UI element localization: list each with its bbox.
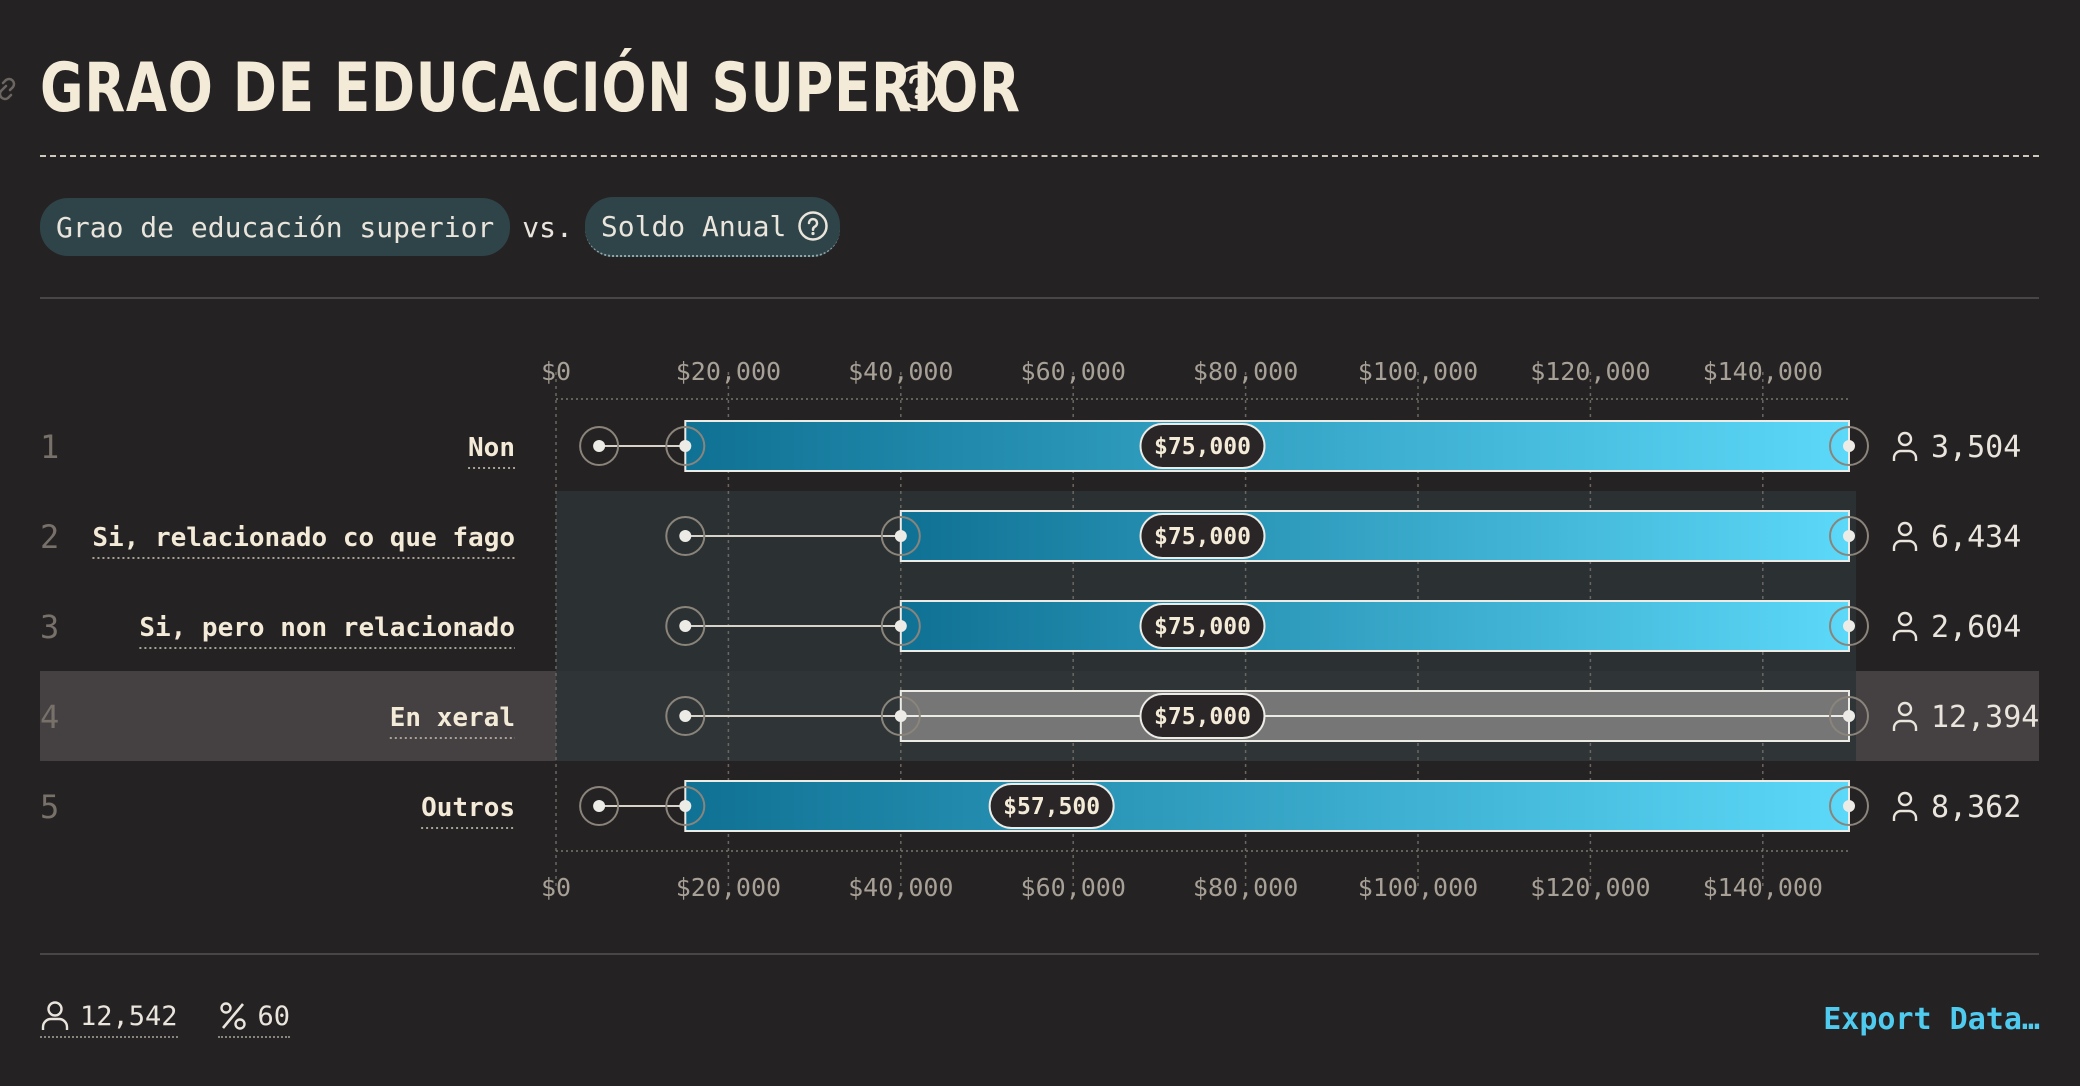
x-tick-label-top: $0 [541,357,571,386]
min-marker [593,440,606,452]
range-bar[interactable] [684,780,1850,832]
range-bar[interactable] [899,510,1850,562]
row-count: 12,394 [1931,700,2039,735]
row-label[interactable]: Si, relacionado co que fago [92,523,515,553]
p25-marker [894,710,907,722]
p75-marker [1843,800,1855,812]
chart-row[interactable]: 2 Si, relacionado co que fago $75,000 6,434 [40,510,2021,562]
x-tick-label-top: $40,000 [848,357,953,386]
respondent-count[interactable]: 12,542 [40,1000,178,1038]
row-label[interactable]: Si, pero non relacionado [139,613,515,643]
row-count: 2,604 [1931,610,2021,645]
x-tick-label-bottom: $0 [541,873,571,902]
x-tick-label-bottom: $120,000 [1530,873,1650,902]
min-marker [679,530,692,542]
p75-marker [1843,710,1855,722]
x-tick-label-top: $140,000 [1703,357,1823,386]
percent-stat-value: 60 [257,1000,291,1032]
median-label: $75,000 [1154,614,1251,640]
x-tick-label-top: $60,000 [1021,357,1126,386]
chart-row[interactable]: 3 Si, pero non relacionado $75,000 2,604 [40,600,2021,652]
min-marker [593,800,606,812]
person-icon [1892,521,1918,551]
person-icon [41,1001,69,1030]
chart-row[interactable]: 5 Outros $57,500 8,362 [40,780,2021,832]
row-count: 6,434 [1931,520,2021,555]
median-label: $57,500 [1003,794,1100,820]
row-rank: 4 [40,698,59,736]
x-tick-label-top: $100,000 [1358,357,1478,386]
p25-marker [679,800,692,812]
p25-marker [679,440,692,452]
respondent-count-value: 12,542 [80,1000,178,1032]
person-icon [1892,431,1918,461]
percent-stat[interactable]: 60 [217,1000,291,1038]
x-tick-label-bottom: $100,000 [1358,873,1478,902]
chart-row[interactable]: 1 Non $75,000 3,504 [40,420,2021,472]
p75-marker [1843,620,1855,632]
row-count: 3,504 [1931,430,2021,465]
p25-marker [894,620,907,632]
x-tick-label-bottom: $20,000 [676,873,781,902]
section-divider [40,953,2039,955]
x-tick-label-bottom: $40,000 [848,873,953,902]
row-count: 8,362 [1931,790,2021,825]
median-label: $75,000 [1154,704,1251,730]
x-tick-label-top: $120,000 [1530,357,1650,386]
row-label[interactable]: Non [468,433,515,463]
x-tick-label-top: $80,000 [1193,357,1298,386]
person-icon [1892,791,1918,821]
footer-stats: 12,542 60 [40,1000,330,1038]
row-label[interactable]: En xeral [390,703,515,733]
row-rank: 3 [40,608,59,646]
row-label[interactable]: Outros [421,793,515,823]
row-rank: 2 [40,518,59,556]
x-tick-label-bottom: $60,000 [1021,873,1126,902]
export-data-link[interactable]: Export Data… [1823,1002,2040,1037]
row-rank: 5 [40,788,59,826]
x-tick-label-top: $20,000 [676,357,781,386]
percent-icon [219,1002,246,1030]
x-tick-label-bottom: $80,000 [1193,873,1298,902]
median-label: $75,000 [1154,434,1251,460]
salary-range-chart: $0 $0 $20,000 $20,000 $40,000 $40,000 $60,000 $… [40,357,2039,902]
p75-marker [1843,440,1855,452]
range-bar[interactable] [899,600,1850,652]
p75-marker [1843,530,1855,542]
p25-marker [894,530,907,542]
range-bar[interactable] [684,420,1850,472]
median-label: $75,000 [1154,524,1251,550]
min-marker [679,710,692,722]
person-icon [1892,611,1918,641]
row-rank: 1 [40,428,59,466]
x-tick-label-bottom: $140,000 [1703,873,1823,902]
min-marker [679,620,692,632]
